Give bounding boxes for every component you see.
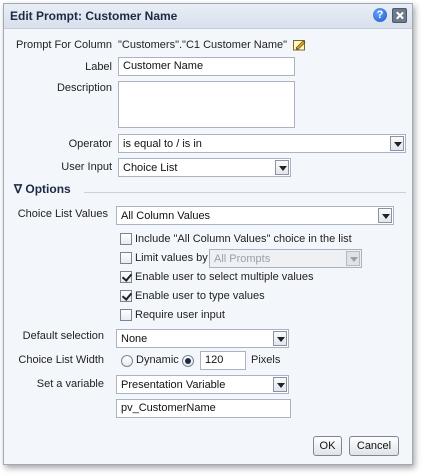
fixed-width-radio[interactable] xyxy=(182,355,194,367)
options-header: Options xyxy=(25,182,71,196)
operator-select[interactable]: is equal to / is in xyxy=(118,134,406,153)
select-multiple-label: Enable user to select multiple values xyxy=(135,271,314,283)
prompt-for-column-label: Prompt For Column xyxy=(16,39,112,51)
width-input[interactable]: 120 xyxy=(200,351,246,370)
set-variable-label: Set a variable xyxy=(36,378,104,390)
options-divider xyxy=(84,192,406,193)
choice-list-width-label: Choice List Width xyxy=(18,354,104,366)
pixels-label: Pixels xyxy=(251,354,281,366)
user-input-select[interactable]: Choice List xyxy=(118,158,291,177)
dialog-title: Edit Prompt: Customer Name xyxy=(10,9,178,23)
operator-value: is equal to / is in xyxy=(123,138,202,150)
choice-list-values-value: All Column Values xyxy=(121,210,211,222)
limit-values-checkbox[interactable] xyxy=(120,252,132,264)
default-selection-label: Default selection xyxy=(22,330,104,342)
choice-list-values-select[interactable]: All Column Values xyxy=(116,206,394,225)
default-selection-select[interactable]: None xyxy=(116,329,289,348)
ok-button[interactable]: OK xyxy=(313,436,342,456)
chevron-down-icon xyxy=(275,160,289,175)
default-selection-value: None xyxy=(121,333,148,345)
chevron-down-icon xyxy=(273,331,287,346)
include-all-values-checkbox[interactable] xyxy=(120,233,132,245)
variable-name-input[interactable]: pv_CustomerName xyxy=(116,399,291,418)
type-values-checkbox[interactable] xyxy=(120,290,132,302)
chevron-down-icon xyxy=(346,251,360,266)
collapse-triangle-icon: ∇ xyxy=(14,182,26,196)
description-textarea[interactable] xyxy=(118,81,295,128)
require-input-checkbox[interactable] xyxy=(120,309,132,321)
choice-list-values-label: Choice List Values xyxy=(17,208,108,220)
dialog-titlebar: Edit Prompt: Customer Name ? xyxy=(4,4,412,29)
dynamic-label: Dynamic xyxy=(136,354,179,366)
user-input-label: User Input xyxy=(61,161,112,173)
help-icon[interactable]: ? xyxy=(373,8,387,22)
close-icon[interactable] xyxy=(392,8,407,23)
limit-values-label: Limit values by xyxy=(135,252,208,264)
options-section-toggle[interactable]: ∇ Options xyxy=(14,182,71,196)
description-label: Description xyxy=(56,82,112,94)
require-input-label: Require user input xyxy=(135,309,225,321)
label-field-label: Label xyxy=(85,61,112,73)
cancel-button[interactable]: Cancel xyxy=(349,436,399,456)
chevron-down-icon xyxy=(390,136,404,151)
limit-values-select: All Prompts xyxy=(209,249,362,268)
include-all-values-label: Include "All Column Values" choice in th… xyxy=(135,233,352,245)
chevron-down-icon xyxy=(378,208,392,223)
edit-column-icon[interactable] xyxy=(293,39,306,51)
set-variable-select[interactable]: Presentation Variable xyxy=(116,375,289,394)
operator-label: Operator xyxy=(68,138,112,150)
limit-values-value: All Prompts xyxy=(214,253,271,265)
prompt-for-column-value: "Customers"."C1 Customer Name" xyxy=(118,39,288,51)
type-values-label: Enable user to type values xyxy=(135,290,265,302)
chevron-down-icon xyxy=(273,377,287,392)
user-input-value: Choice List xyxy=(123,162,178,174)
label-input[interactable]: Customer Name xyxy=(118,57,295,76)
edit-prompt-dialog: Edit Prompt: Customer Name ? Prompt For … xyxy=(3,3,413,465)
dynamic-radio[interactable] xyxy=(121,355,133,367)
select-multiple-checkbox[interactable] xyxy=(120,271,132,283)
set-variable-value: Presentation Variable xyxy=(121,379,226,391)
